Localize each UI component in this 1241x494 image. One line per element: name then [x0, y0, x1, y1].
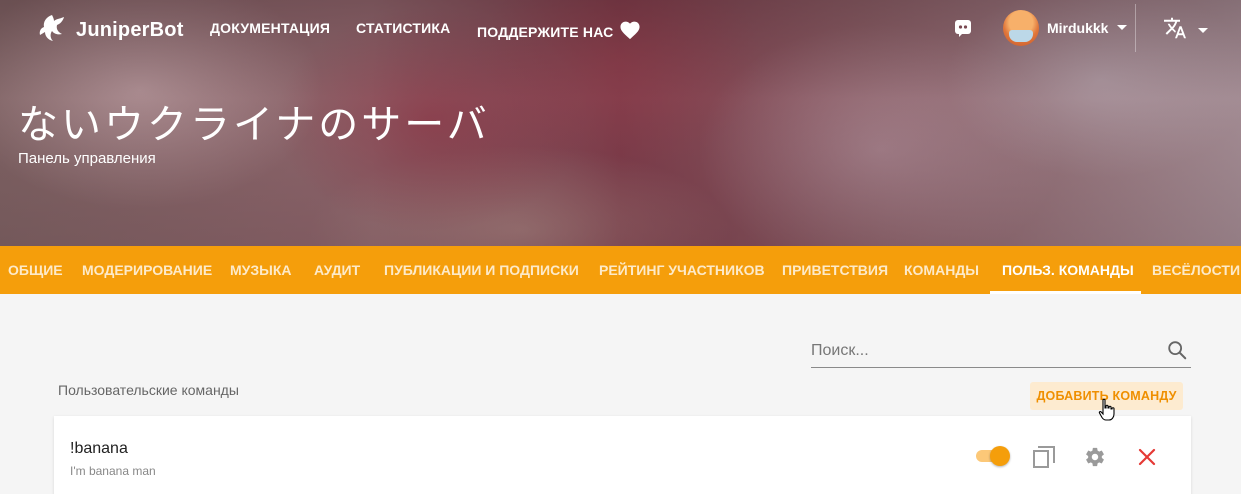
discord-icon[interactable] — [954, 19, 972, 42]
heart-icon — [619, 20, 641, 43]
section-title: Пользовательские команды — [58, 382, 239, 398]
gear-icon[interactable] — [1084, 446, 1106, 473]
translate-icon — [1163, 16, 1187, 45]
hand-cursor-icon — [1098, 398, 1116, 427]
nav-stats-link[interactable]: СТАТИСТИКА — [356, 20, 451, 36]
avatar — [1003, 10, 1039, 46]
username: Mirdukkk — [1047, 20, 1109, 36]
search-icon[interactable] — [1166, 339, 1188, 366]
nav-support-link[interactable]: ПОДДЕРЖИТЕ НАС — [477, 20, 641, 43]
copy-icon[interactable] — [1032, 445, 1056, 474]
active-tab-indicator — [990, 291, 1141, 294]
tab-commands[interactable]: КОМАНДЫ — [904, 246, 979, 294]
tab-general[interactable]: ОБЩИЕ — [8, 246, 63, 294]
tab-music[interactable]: МУЗЫКА — [230, 246, 292, 294]
juniper-logo-icon — [36, 12, 68, 49]
tab-audit[interactable]: АУДИТ — [314, 246, 360, 294]
command-description: I'm banana man — [70, 464, 156, 478]
tab-publications[interactable]: ПУБЛИКАЦИИ И ПОДПИСКИ — [384, 246, 579, 294]
nav-docs-link[interactable]: ДОКУМЕНТАЦИЯ — [210, 20, 330, 36]
tab-fun[interactable]: ВЕСЁЛОСТИ — [1152, 246, 1240, 294]
tab-ranking[interactable]: РЕЙТИНГ УЧАСТНИКОВ — [599, 246, 765, 294]
command-card[interactable]: !banana I'm banana man — [54, 416, 1191, 494]
navbar-divider — [1135, 4, 1136, 52]
search-field — [811, 336, 1191, 368]
tab-moderation[interactable]: МОДЕРИРОВАНИЕ — [82, 246, 212, 294]
server-name: ないウクライナのサーバ — [18, 102, 490, 148]
brand-link[interactable]: JuniperBot — [36, 12, 184, 49]
nav-support-label: ПОДДЕРЖИТЕ НАС — [477, 23, 614, 40]
user-menu[interactable]: Mirdukkk — [1003, 10, 1128, 46]
tab-welcome[interactable]: ПРИВЕТСТВИЯ — [782, 246, 888, 294]
tab-custom-commands[interactable]: ПОЛЬЗ. КОМАНДЫ — [1002, 246, 1134, 294]
dashboard-subtitle: Панель управления — [18, 150, 156, 167]
close-icon[interactable] — [1138, 448, 1156, 471]
top-navbar: JuniperBot ДОКУМЕНТАЦИЯ СТАТИСТИКА ПОДДЕ… — [0, 0, 1241, 56]
search-input[interactable] — [811, 336, 1151, 366]
language-menu[interactable] — [1163, 16, 1209, 45]
command-name: !banana — [70, 440, 128, 457]
brand-name: JuniperBot — [76, 19, 184, 41]
chevron-down-icon — [1116, 19, 1128, 37]
command-enabled-toggle[interactable] — [974, 446, 1010, 466]
chevron-down-icon — [1197, 22, 1209, 40]
section-tabs: ОБЩИЕ МОДЕРИРОВАНИЕ МУЗЫКА АУДИТ ПУБЛИКА… — [0, 246, 1241, 294]
